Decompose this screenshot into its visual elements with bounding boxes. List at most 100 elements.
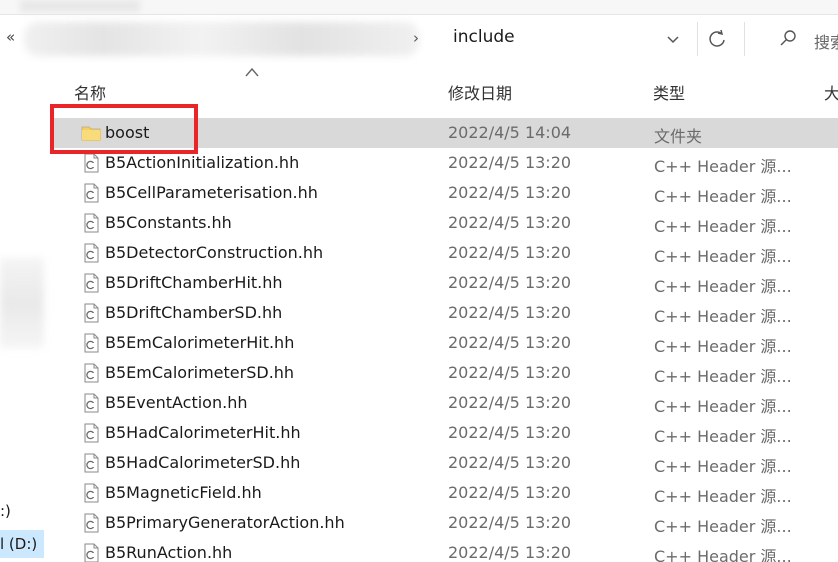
file-row[interactable]: B5HadCalorimeterHit.hh 2022/4/5 13:20 C++ … [52, 418, 838, 448]
search-box[interactable]: 搜索 [766, 22, 838, 58]
cpp-header-file-icon [84, 243, 99, 263]
file-type: C++ Header 源... [654, 547, 792, 562]
column-header-type[interactable]: 类型 [653, 80, 685, 104]
file-name[interactable]: B5HadCalorimeterSD.hh [105, 453, 300, 472]
file-date-modified: 2022/4/5 13:20 [448, 153, 572, 172]
folder-row[interactable]: boost 2022/4/5 14:04 文件夹 [52, 118, 838, 148]
file-name[interactable]: B5HadCalorimeterHit.hh [105, 423, 301, 442]
cpp-header-file-icon [84, 153, 99, 173]
breadcrumb-current-folder[interactable]: include [453, 27, 515, 47]
file-date-modified: 2022/4/5 13:20 [448, 453, 572, 472]
cpp-header-file-icon [84, 513, 99, 533]
file-list: boost 2022/4/5 14:04 文件夹 B5ActionInitializa… [46, 118, 838, 562]
file-date-modified: 2022/4/5 13:20 [448, 513, 572, 532]
cpp-header-file-icon [84, 393, 99, 413]
file-name[interactable]: B5EmCalorimeterSD.hh [105, 363, 294, 382]
file-name[interactable]: B5EmCalorimeterHit.hh [105, 333, 294, 352]
file-type: C++ Header 源... [654, 307, 792, 326]
file-date-modified: 2022/4/5 13:20 [448, 333, 572, 352]
file-type: C++ Header 源... [654, 247, 792, 266]
hidden-path-chevron-icon[interactable]: « [6, 28, 15, 46]
file-row[interactable]: B5EmCalorimeterHit.hh 2022/4/5 13:20 C++ H… [52, 328, 838, 358]
file-type: 文件夹 [654, 127, 703, 146]
file-date-modified: 2022/4/5 13:20 [448, 543, 572, 562]
cpp-header-file-icon [84, 333, 99, 353]
cpp-header-file-icon [84, 483, 99, 503]
file-type: C++ Header 源... [654, 337, 792, 356]
file-name[interactable]: B5MagneticField.hh [105, 483, 262, 502]
file-row[interactable]: B5RunAction.hh 2022/4/5 13:20 C++ Header 源… [52, 538, 838, 562]
cpp-header-file-icon [84, 183, 99, 203]
nav-item-drive[interactable]: :) [0, 497, 44, 525]
file-type: C++ Header 源... [654, 487, 792, 506]
toolbar-divider [697, 22, 698, 56]
column-headers: 名称 修改日期 类型 大 [46, 62, 838, 118]
file-date-modified: 2022/4/5 13:20 [448, 363, 572, 382]
title-strip [0, 0, 838, 15]
file-row[interactable]: B5DetectorConstruction.hh 2022/4/5 13:20 C… [52, 238, 838, 268]
file-row[interactable]: B5DriftChamberHit.hh 2022/4/5 13:20 C++ He… [52, 268, 838, 298]
file-row[interactable]: B5EventAction.hh 2022/4/5 13:20 C++ Header… [52, 388, 838, 418]
file-row[interactable]: B5PrimaryGeneratorAction.hh 2022/4/5 13:2… [52, 508, 838, 538]
file-row[interactable]: B5ActionInitialization.hh 2022/4/5 13:20 C… [52, 148, 838, 178]
address-bar[interactable]: « › include [0, 18, 700, 58]
breadcrumb-separator-icon[interactable]: › [413, 29, 419, 47]
column-header-size[interactable]: 大 [824, 80, 838, 104]
file-row[interactable]: B5Constants.hh 2022/4/5 13:20 C++ Header 源… [52, 208, 838, 238]
file-name[interactable]: B5DriftChamberHit.hh [105, 273, 283, 292]
search-placeholder: 搜索 [814, 33, 838, 52]
file-date-modified: 2022/4/5 13:20 [448, 243, 572, 262]
file-date-modified: 2022/4/5 14:04 [448, 123, 572, 142]
chevron-down-icon[interactable] [664, 30, 682, 48]
cpp-header-file-icon [84, 363, 99, 383]
file-name[interactable]: B5CellParameterisation.hh [105, 183, 318, 202]
column-header-name[interactable]: 名称 [74, 80, 106, 104]
redacted-path [24, 22, 419, 56]
redacted-title [20, 0, 140, 12]
file-row[interactable]: B5CellParameterisation.hh 2022/4/5 13:20 C… [52, 178, 838, 208]
file-type: C++ Header 源... [654, 397, 792, 416]
file-type: C++ Header 源... [654, 517, 792, 536]
file-type: C++ Header 源... [654, 157, 792, 176]
file-type: C++ Header 源... [654, 187, 792, 206]
folder-icon [81, 126, 101, 141]
file-name[interactable]: boost [105, 123, 149, 142]
cpp-header-file-icon [84, 303, 99, 323]
file-name[interactable]: B5Constants.hh [105, 213, 232, 232]
file-date-modified: 2022/4/5 13:20 [448, 393, 572, 412]
file-row[interactable]: B5EmCalorimeterSD.hh 2022/4/5 13:20 C++ He… [52, 358, 838, 388]
file-date-modified: 2022/4/5 13:20 [448, 303, 572, 322]
file-type: C++ Header 源... [654, 217, 792, 236]
file-name[interactable]: B5DetectorConstruction.hh [105, 243, 323, 262]
cpp-header-file-icon [84, 213, 99, 233]
redacted-nav-item [0, 258, 44, 348]
refresh-icon[interactable] [706, 28, 728, 50]
file-explorer-window: « › include 搜索 :) l (D:) 名称 修改日期 类型 大 [0, 0, 838, 562]
cpp-header-file-icon [84, 543, 99, 562]
file-name[interactable]: B5DriftChamberSD.hh [105, 303, 282, 322]
file-name[interactable]: B5PrimaryGeneratorAction.hh [105, 513, 345, 532]
file-date-modified: 2022/4/5 13:20 [448, 213, 572, 232]
search-icon [780, 30, 796, 46]
cpp-header-file-icon [84, 273, 99, 293]
nav-item-drive-d[interactable]: l (D:) [0, 530, 44, 558]
file-row[interactable]: B5HadCalorimeterSD.hh 2022/4/5 13:20 C++ H… [52, 448, 838, 478]
file-type: C++ Header 源... [654, 277, 792, 296]
file-type: C++ Header 源... [654, 427, 792, 446]
cpp-header-file-icon [84, 453, 99, 473]
file-date-modified: 2022/4/5 13:20 [448, 183, 572, 202]
sort-ascending-icon [245, 67, 259, 77]
toolbar-divider [744, 22, 745, 56]
file-name[interactable]: B5EventAction.hh [105, 393, 247, 412]
navigation-pane[interactable]: :) l (D:) [0, 62, 46, 562]
file-date-modified: 2022/4/5 13:20 [448, 273, 572, 292]
file-type: C++ Header 源... [654, 457, 792, 476]
column-header-date-modified[interactable]: 修改日期 [448, 80, 512, 104]
file-name[interactable]: B5ActionInitialization.hh [105, 153, 299, 172]
file-date-modified: 2022/4/5 13:20 [448, 423, 572, 442]
file-row[interactable]: B5DriftChamberSD.hh 2022/4/5 13:20 C++ Hea… [52, 298, 838, 328]
file-row[interactable]: B5MagneticField.hh 2022/4/5 13:20 C++ Head… [52, 478, 838, 508]
file-date-modified: 2022/4/5 13:20 [448, 483, 572, 502]
cpp-header-file-icon [84, 423, 99, 443]
file-name[interactable]: B5RunAction.hh [105, 543, 232, 562]
